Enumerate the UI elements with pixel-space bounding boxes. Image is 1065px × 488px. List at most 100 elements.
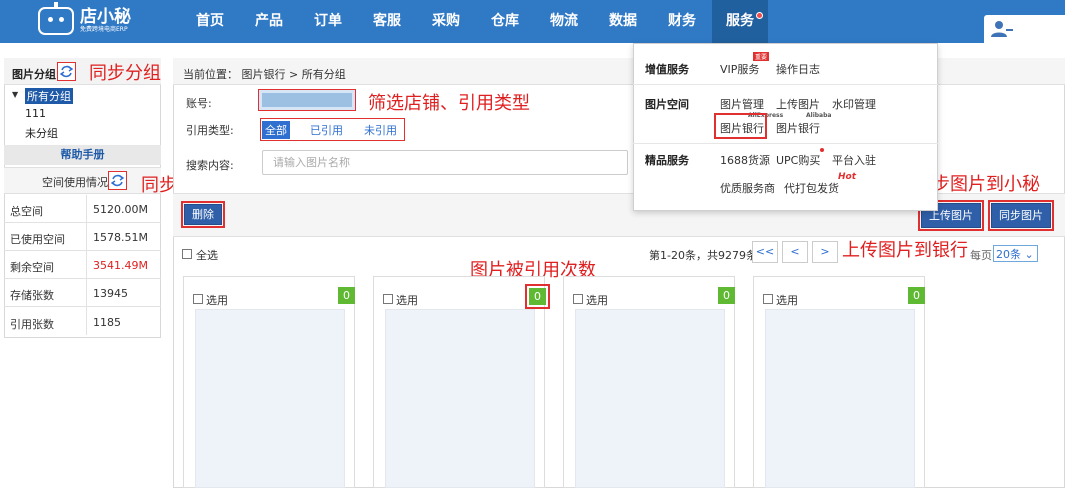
tree-item-all[interactable]: 所有分组 xyxy=(25,88,73,104)
account-value-blurred xyxy=(262,93,352,107)
select-all-checkbox[interactable] xyxy=(182,249,192,259)
ref-count-badge: 0 xyxy=(529,288,546,305)
nav-home[interactable]: 首页 xyxy=(188,0,232,43)
image-thumbnail[interactable] xyxy=(385,309,535,488)
ref-type-label: 引用类型: xyxy=(186,124,234,137)
space-usage-title: 空间使用情况 xyxy=(42,176,108,189)
pager-first-button[interactable]: << xyxy=(752,241,778,263)
delete-button[interactable]: 删除 xyxy=(184,204,222,225)
image-thumbnail[interactable] xyxy=(765,309,915,488)
select-all-label: 全选 xyxy=(196,249,218,262)
card-select-label: 选用 xyxy=(396,294,418,307)
stat-divider xyxy=(86,195,87,223)
nav-finance[interactable]: 财务 xyxy=(660,0,704,43)
ref-type-unreferenced[interactable]: 未引用 xyxy=(364,122,397,138)
image-thumbnail[interactable] xyxy=(195,309,345,488)
dd-link-image-manage[interactable]: 图片管理 xyxy=(720,96,764,112)
stat-divider xyxy=(86,251,87,279)
annotation-filter: 筛选店铺、引用类型 xyxy=(368,93,530,114)
sidebar-title: 图片分组 xyxy=(12,68,56,81)
ref-type-all[interactable]: 全部 xyxy=(262,121,290,139)
dd-separator xyxy=(633,143,938,144)
tree-item-ungrouped[interactable]: 未分组 xyxy=(25,125,58,141)
nav-orders[interactable]: 订单 xyxy=(306,0,350,43)
dd-link-packing[interactable]: 代打包发货 xyxy=(784,180,839,196)
ref-type-referenced[interactable]: 已引用 xyxy=(310,122,343,138)
card-checkbox[interactable] xyxy=(763,294,773,304)
per-page-label: 每页 xyxy=(970,249,992,262)
dd-link-1688[interactable]: 1688货源 xyxy=(720,152,770,168)
account-label: 账号: xyxy=(186,97,212,110)
logo-tagline: 免费跨境电商ERP xyxy=(80,26,128,33)
card-select-label: 选用 xyxy=(206,294,228,307)
pager: << < > xyxy=(752,241,842,263)
logo[interactable]: 店小秘 免费跨境电商ERP xyxy=(38,2,131,37)
card-select-label: 选用 xyxy=(776,294,798,307)
nav-customer-service[interactable]: 客服 xyxy=(365,0,409,43)
stat-value: 13945 xyxy=(93,287,128,300)
sync-group-button[interactable] xyxy=(57,62,76,81)
hot-tag: Hot xyxy=(838,172,857,182)
pager-info: 第1-20条，共9279条 xyxy=(649,249,757,262)
dd-section-title: 增值服务 xyxy=(645,63,689,76)
stat-label: 引用张数 xyxy=(10,318,54,331)
nav-warehouse[interactable]: 仓库 xyxy=(483,0,527,43)
user-icon[interactable] xyxy=(990,20,1014,38)
sync-space-button[interactable] xyxy=(108,171,127,190)
search-label: 搜索内容: xyxy=(186,159,234,172)
annotation-upload-to-bank: 上传图片到银行 xyxy=(842,240,968,261)
ref-count-badge: 0 xyxy=(338,287,355,304)
card-checkbox[interactable] xyxy=(193,294,203,304)
refresh-icon xyxy=(110,174,125,187)
nav-logistics[interactable]: 物流 xyxy=(542,0,586,43)
per-page-select[interactable]: 20条 ⌄ xyxy=(993,245,1038,262)
search-input[interactable] xyxy=(262,150,628,175)
top-nav-bar xyxy=(0,0,1065,43)
sync-image-button[interactable]: 同步图片 xyxy=(991,203,1051,228)
logo-brand: 店小秘 xyxy=(80,7,131,27)
card-checkbox[interactable] xyxy=(573,294,583,304)
dd-link-service-provider[interactable]: 优质服务商 xyxy=(720,180,775,196)
robot-logo-icon xyxy=(38,2,74,35)
nav-products[interactable]: 产品 xyxy=(247,0,291,43)
stat-divider xyxy=(86,307,87,335)
dd-link-bank-alibaba[interactable]: 图片银行 xyxy=(776,120,820,136)
ref-count-badge: 0 xyxy=(718,287,735,304)
nav-purchase[interactable]: 采购 xyxy=(424,0,468,43)
dd-link-upc[interactable]: UPC购买 xyxy=(776,152,820,168)
nav-data[interactable]: 数据 xyxy=(601,0,645,43)
stat-divider xyxy=(86,223,87,251)
breadcrumb: 当前位置： 图片银行 > 所有分组 xyxy=(183,68,346,81)
dd-link-bank-aliexpress[interactable]: 图片银行 xyxy=(720,120,764,136)
dd-link-vip[interactable]: VIP服务 xyxy=(720,61,759,77)
important-tag: 重要 xyxy=(753,52,770,61)
help-manual-link[interactable]: 帮助手册 xyxy=(4,145,161,165)
stat-label: 剩余空间 xyxy=(10,261,54,274)
stat-label: 存储张数 xyxy=(10,289,54,302)
tree-collapse-icon[interactable]: ▼ xyxy=(12,90,18,99)
tree-item-111[interactable]: 111 xyxy=(25,107,46,120)
alibaba-logo: Alibaba xyxy=(806,112,832,119)
nav-service[interactable]: 服务 xyxy=(712,0,768,43)
card-select-label: 选用 xyxy=(586,294,608,307)
stat-divider xyxy=(86,279,87,307)
dd-link-watermark[interactable]: 水印管理 xyxy=(832,96,876,112)
dd-link-upload[interactable]: 上传图片 xyxy=(776,96,820,112)
pager-prev-button[interactable]: < xyxy=(782,241,808,263)
card-checkbox[interactable] xyxy=(383,294,393,304)
annotation-sync-group: 同步分组 xyxy=(89,63,161,84)
notification-dot xyxy=(756,12,763,19)
ref-count-badge: 0 xyxy=(908,287,925,304)
stat-label: 已使用空间 xyxy=(10,233,65,246)
dd-link-platform[interactable]: 平台入驻 xyxy=(832,152,876,168)
dd-link-log[interactable]: 操作日志 xyxy=(776,61,820,77)
dd-separator xyxy=(633,84,938,85)
stat-value: 1185 xyxy=(93,316,121,329)
new-dot xyxy=(820,148,824,152)
refresh-icon xyxy=(59,65,74,78)
dd-section-title: 精品服务 xyxy=(645,154,689,167)
stat-label: 总空间 xyxy=(10,205,43,218)
pager-next-button[interactable]: > xyxy=(812,241,838,263)
image-thumbnail[interactable] xyxy=(575,309,725,488)
stat-value: 1578.51M xyxy=(93,231,148,244)
